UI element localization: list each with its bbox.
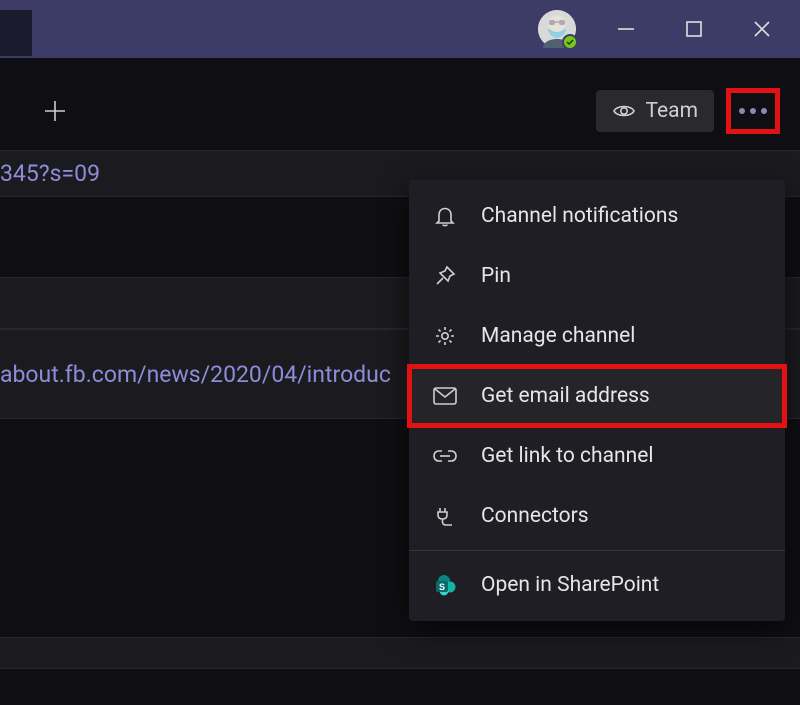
menu-separator [409, 550, 785, 551]
sharepoint-icon: S [431, 571, 459, 599]
menu-label: Open in SharePoint [481, 573, 659, 597]
gear-icon [431, 322, 459, 350]
presence-available-icon [562, 34, 578, 50]
connectors-icon [431, 502, 459, 530]
channel-more-options-button[interactable] [726, 88, 780, 134]
eye-icon [612, 99, 636, 123]
menu-label: Channel notifications [481, 204, 678, 228]
mail-icon [431, 382, 459, 410]
window-minimize-button[interactable] [596, 1, 656, 57]
channel-options-menu: Channel notifications Pin Manage channel [409, 180, 785, 621]
message-row [0, 637, 800, 669]
menu-item-manage-channel[interactable]: Manage channel [409, 306, 785, 366]
link-icon [431, 442, 459, 470]
menu-label: Connectors [481, 504, 589, 528]
window-titlebar [0, 0, 800, 58]
more-icon [739, 108, 767, 114]
menu-label: Get email address [481, 384, 650, 408]
team-button-label: Team [646, 99, 699, 123]
menu-item-connectors[interactable]: Connectors [409, 486, 785, 546]
menu-item-channel-notifications[interactable]: Channel notifications [409, 186, 785, 246]
menu-label: Pin [481, 264, 511, 288]
window-close-button[interactable] [732, 1, 792, 57]
menu-item-pin[interactable]: Pin [409, 246, 785, 306]
menu-label: Get link to channel [481, 444, 653, 468]
menu-item-get-link-to-channel[interactable]: Get link to channel [409, 426, 785, 486]
meet-team-button[interactable]: Team [596, 90, 715, 132]
link-text: 345?s=09 [0, 160, 100, 187]
bell-icon [431, 202, 459, 230]
menu-item-open-in-sharepoint[interactable]: S Open in SharePoint [409, 555, 785, 615]
tab-stub [0, 10, 32, 56]
menu-label: Manage channel [481, 324, 635, 348]
pin-icon [431, 262, 459, 290]
window-maximize-button[interactable] [664, 1, 724, 57]
menu-item-get-email-address[interactable]: Get email address [409, 366, 785, 426]
avatar[interactable] [538, 10, 576, 48]
svg-text:S: S [439, 582, 445, 592]
link-text: about.fb.com/news/2020/04/introduc [0, 361, 391, 388]
channel-toolbar: Team [0, 78, 800, 144]
add-tab-button[interactable] [36, 92, 74, 130]
